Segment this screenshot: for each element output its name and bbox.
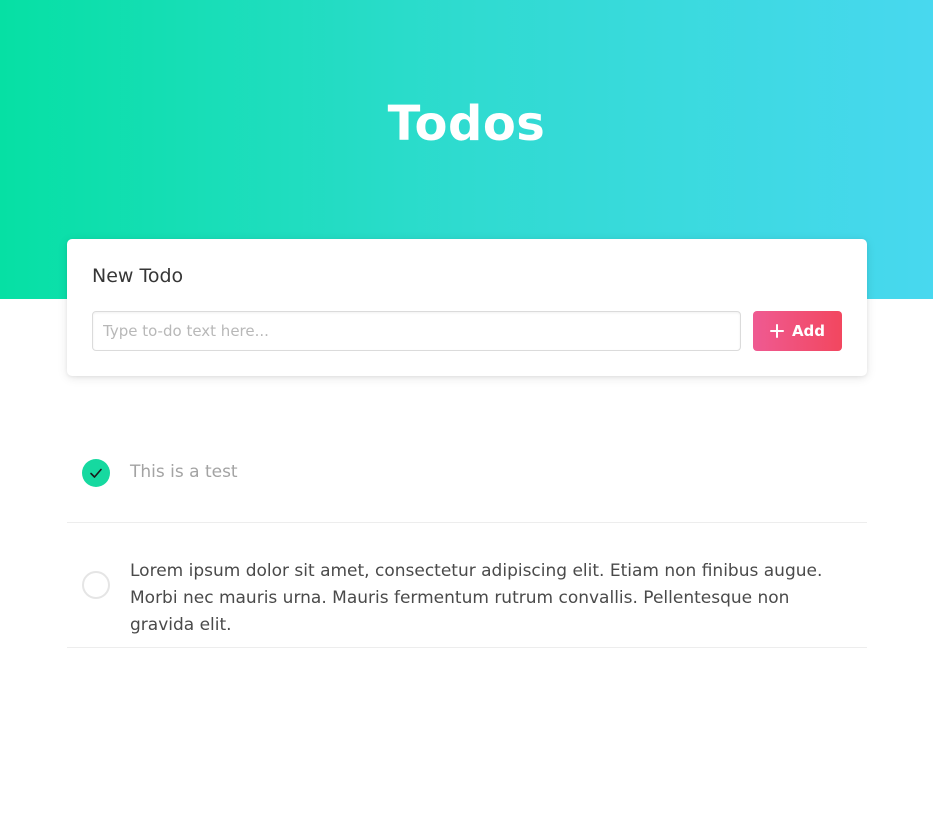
add-button[interactable]: Add [753, 311, 842, 351]
new-todo-card: New Todo Add [67, 239, 867, 376]
plus-icon [769, 324, 784, 338]
page-title: Todos [387, 96, 546, 152]
add-button-label: Add [791, 322, 826, 340]
todo-text-input[interactable] [92, 311, 741, 351]
todo-text: This is a test [130, 462, 238, 482]
todo-checkbox-checked[interactable] [82, 459, 110, 487]
todo-list: This is a test Lorem ipsum dolor sit ame… [67, 423, 867, 648]
todo-text: Lorem ipsum dolor sit amet, consectetur … [130, 561, 823, 635]
todo-checkbox-unchecked[interactable] [82, 571, 110, 599]
check-icon [90, 468, 102, 478]
todo-item: Lorem ipsum dolor sit amet, consectetur … [67, 523, 867, 648]
todo-item: This is a test [67, 423, 867, 523]
new-todo-heading: New Todo [92, 265, 184, 287]
